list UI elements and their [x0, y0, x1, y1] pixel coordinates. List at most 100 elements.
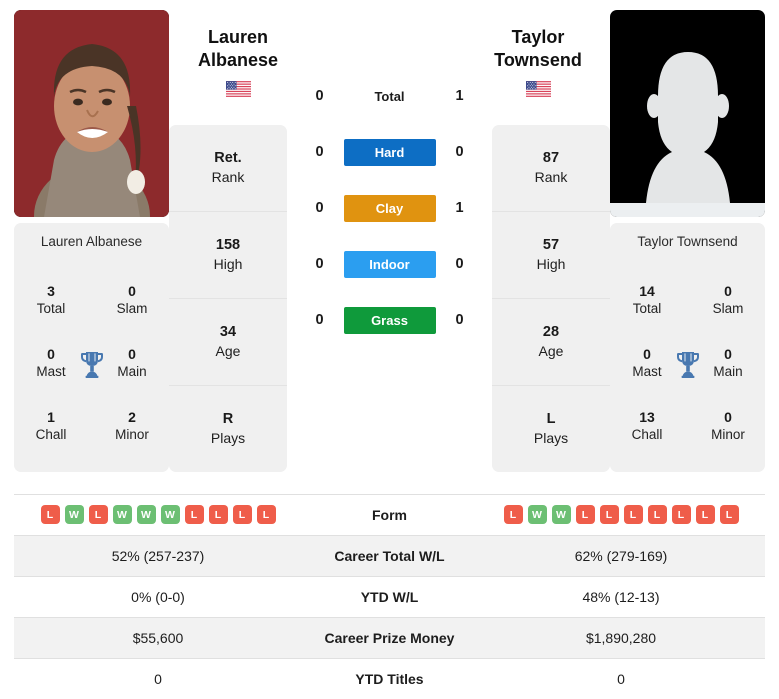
form-chip[interactable]: W	[527, 505, 547, 524]
titles-total-value-left: 3	[47, 283, 55, 300]
titles-minor-label-left: Minor	[115, 426, 149, 442]
h2h-clay-right-value: 1	[455, 200, 464, 216]
titles-main-right: 0 Main	[703, 346, 753, 380]
titles-main-left: 0 Main	[107, 346, 157, 380]
titles-minor-right: 0 Minor	[703, 409, 753, 443]
player-photo-right[interactable]	[610, 10, 765, 217]
titles-box-left: Lauren Albanese 3 Total 0 Slam 0 Mast 0 …	[14, 223, 169, 472]
form-chip[interactable]: W	[136, 505, 156, 524]
form-strip-right: LWWLLLLLLL	[477, 505, 765, 524]
surface-badge-hard[interactable]: Hard	[343, 138, 436, 166]
h2h-row-hard: 0 Hard 0	[287, 124, 492, 180]
form-chip[interactable]: W	[160, 505, 180, 524]
stat-plays-left: R Plays	[169, 386, 287, 472]
titles-total-right: 14 Total	[622, 283, 672, 317]
stat-right-3: $1,890,280	[477, 616, 765, 658]
form-chip[interactable]: L	[599, 505, 619, 524]
form-chip[interactable]: L	[623, 505, 643, 524]
stat-stack-right: 87 Rank 57 High 28 Age L Plays	[492, 125, 610, 472]
form-chip[interactable]: L	[232, 505, 252, 524]
table-row: 0 YTD Titles 0	[14, 657, 765, 699]
comparison-stats-table: L W L W W W L L L L Form L W W L L L L L L L 52% (257-237) Car…	[14, 493, 765, 699]
stat-label-3: Career Prize Money	[302, 616, 477, 658]
titles-row-mast-main-left: 0 Mast 0 Main	[20, 346, 163, 380]
stat-left-1: 52% (257-237)	[14, 534, 302, 576]
titles-slam-value-right: 0	[724, 283, 732, 300]
surface-badge-indoor[interactable]: Indoor	[343, 250, 436, 278]
form-strip-left: LWLWWWLLLL	[14, 505, 302, 524]
stat-stack-left: Ret. Rank 158 High 34 Age R Plays	[169, 125, 287, 472]
stat-age-label-left: Age	[215, 343, 241, 360]
form-chip[interactable]: L	[719, 505, 739, 524]
h2h-hard-right-value: 0	[455, 144, 464, 160]
titles-slam-left: 0 Slam	[107, 283, 157, 317]
stat-right-1: 62% (279-169)	[477, 534, 765, 576]
form-chip[interactable]: L	[256, 505, 276, 524]
h2h-total-right-value: 1	[455, 88, 464, 104]
stat-high-right: 57 High	[492, 212, 610, 299]
titles-main-value-right: 0	[724, 346, 732, 363]
titles-mast-right: 0 Mast	[622, 346, 672, 380]
stat-plays-value-left: R	[222, 411, 234, 428]
stat-label-0: Form	[302, 493, 477, 535]
titles-mast-label-left: Mast	[36, 363, 66, 379]
titles-total-left: 3 Total	[26, 283, 76, 317]
table-row: $55,600 Career Prize Money $1,890,280	[14, 616, 765, 658]
form-chip[interactable]: L	[184, 505, 204, 524]
stat-high-label-right: High	[536, 256, 566, 273]
form-chip[interactable]: W	[112, 505, 132, 524]
titles-slam-value-left: 0	[128, 283, 136, 300]
player-card-left: Lauren Albanese 3 Total 0 Slam 0 Mast 0 …	[14, 10, 169, 472]
stat-label-1: Career Total W/L	[302, 534, 477, 576]
form-chip[interactable]: W	[64, 505, 84, 524]
form-chip[interactable]: L	[647, 505, 667, 524]
form-chip[interactable]: W	[551, 505, 571, 524]
titles-row-chall-minor-right: 13 Chall 0 Minor	[616, 409, 759, 443]
titles-slam-right: 0 Slam	[703, 283, 753, 317]
form-chip[interactable]: L	[503, 505, 523, 524]
titles-main-label-left: Main	[117, 363, 147, 379]
table-row: L W L W W W L L L L Form L W W L L L L L L L	[14, 493, 765, 535]
h2h-clay-left-value: 0	[315, 200, 324, 216]
titles-mast-value-right: 0	[643, 346, 651, 363]
surface-badge-clay[interactable]: Clay	[343, 194, 436, 222]
stat-age-label-right: Age	[538, 343, 564, 360]
player-photo-left[interactable]	[14, 10, 169, 217]
stat-rank-right: 87 Rank	[492, 125, 610, 212]
player-photo-left-image	[14, 10, 169, 217]
stat-plays-right: L Plays	[492, 386, 610, 472]
stat-age-value-right: 28	[542, 324, 560, 341]
form-chip[interactable]: L	[695, 505, 715, 524]
titles-grid-left: 3 Total 0 Slam 0 Mast 0 Main 1 Chall 2 M…	[20, 269, 163, 458]
titles-mast-label-right: Mast	[632, 363, 662, 379]
form-chip[interactable]: L	[575, 505, 595, 524]
trophy-icon-right	[676, 351, 699, 378]
titles-total-label-left: Total	[36, 300, 66, 316]
titles-total-label-right: Total	[632, 300, 662, 316]
titles-row-total-slam-right: 14 Total 0 Slam	[616, 283, 759, 317]
stat-rank-left: Ret. Rank	[169, 125, 287, 212]
titles-player-name-left: Lauren Albanese	[40, 234, 143, 249]
stat-high-value-left: 158	[215, 237, 241, 254]
stat-plays-value-right: L	[546, 411, 556, 428]
titles-mast-left: 0 Mast	[26, 346, 76, 380]
h2h-indoor-right-value: 0	[455, 256, 464, 272]
form-chip[interactable]: L	[208, 505, 228, 524]
surface-badge-grass[interactable]: Grass	[343, 306, 436, 334]
form-chip[interactable]: L	[40, 505, 60, 524]
titles-row-mast-main-right: 0 Mast 0 Main	[616, 346, 759, 380]
titles-chall-label-right: Chall	[631, 426, 663, 442]
player-photo-placeholder-image	[610, 10, 765, 217]
form-chip[interactable]: L	[88, 505, 108, 524]
stat-age-value-left: 34	[219, 324, 237, 341]
stat-rank-label-right: Rank	[534, 169, 568, 186]
player-card-right: Taylor Townsend 14 Total 0 Slam 0 Mast 0…	[610, 10, 765, 472]
titles-total-value-right: 14	[639, 283, 655, 300]
titles-slam-label-right: Slam	[712, 300, 744, 316]
stat-left-3: $55,600	[14, 616, 302, 658]
form-chip[interactable]: L	[671, 505, 691, 524]
stat-high-label-left: High	[213, 256, 243, 273]
table-row: 52% (257-237) Career Total W/L 62% (279-16…	[14, 534, 765, 576]
titles-chall-right: 13 Chall	[622, 409, 672, 443]
h2h-row-total: 0 Total 1	[287, 68, 492, 124]
